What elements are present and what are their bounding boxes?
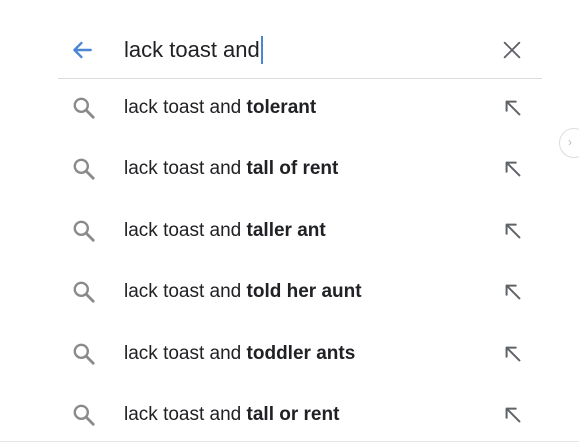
back-button[interactable] (66, 34, 98, 66)
arrow-up-left-icon[interactable] (502, 404, 524, 426)
suggestion-completion: taller ant (246, 219, 326, 241)
suggestion-completion: tall of rent (246, 158, 339, 180)
clear-button[interactable] (496, 34, 528, 66)
arrow-up-left-icon[interactable] (502, 343, 524, 365)
suggestion-item[interactable]: lack toast and tall of rent (58, 139, 542, 201)
search-input[interactable]: lack toast and (124, 34, 263, 66)
arrow-up-left-icon[interactable] (502, 97, 524, 119)
suggestion-prefix: lack toast and (124, 342, 247, 364)
suggestions-list: lack toast and tolerant lack toast and t… (58, 77, 542, 446)
suggestion-item[interactable]: lack toast and told her aunt (58, 262, 542, 324)
suggestion-prefix: lack toast and (124, 96, 247, 118)
suggestion-prefix: lack toast and (124, 281, 247, 303)
suggestion-text: lack toast and toddler ants (124, 343, 355, 365)
suggestion-completion: tolerant (246, 96, 317, 118)
suggestion-prefix: lack toast and (124, 404, 247, 426)
suggestion-item[interactable]: lack toast and tolerant (58, 77, 542, 139)
search-icon (73, 343, 95, 365)
suggestion-text: lack toast and tall or rent (124, 404, 339, 426)
suggestion-text: lack toast and taller ant (124, 220, 326, 242)
arrow-left-icon (73, 41, 92, 59)
search-query-text: lack toast and (124, 37, 260, 62)
search-icon (73, 404, 95, 426)
search-icon (73, 97, 95, 119)
suggestion-text: lack toast and tall of rent (124, 158, 338, 180)
suggestion-item[interactable]: lack toast and toddler ants (58, 323, 542, 385)
close-icon (503, 41, 521, 59)
search-bar: lack toast and (58, 22, 542, 79)
search-icon (73, 281, 95, 303)
suggestion-prefix: lack toast and (124, 158, 247, 180)
suggestion-completion: tall or rent (246, 404, 340, 426)
suggestion-item[interactable]: lack toast and tall or rent (58, 385, 542, 446)
suggestion-text: lack toast and tolerant (124, 97, 316, 119)
text-caret (260, 36, 263, 64)
suggestion-item[interactable]: lack toast and taller ant (58, 200, 542, 262)
search-icon (73, 158, 95, 180)
suggestion-prefix: lack toast and (124, 219, 247, 241)
chevron-right-icon: › (568, 135, 572, 149)
search-icon (73, 220, 95, 242)
suggestion-completion: toddler ants (246, 342, 356, 364)
arrow-up-left-icon[interactable] (502, 158, 524, 180)
suggestion-completion: told her aunt (246, 281, 362, 303)
arrow-up-left-icon[interactable] (502, 220, 524, 242)
bottom-divider (0, 441, 579, 442)
side-scroll-button[interactable]: › (559, 128, 579, 158)
suggestion-text: lack toast and told her aunt (124, 281, 362, 303)
arrow-up-left-icon[interactable] (502, 281, 524, 303)
